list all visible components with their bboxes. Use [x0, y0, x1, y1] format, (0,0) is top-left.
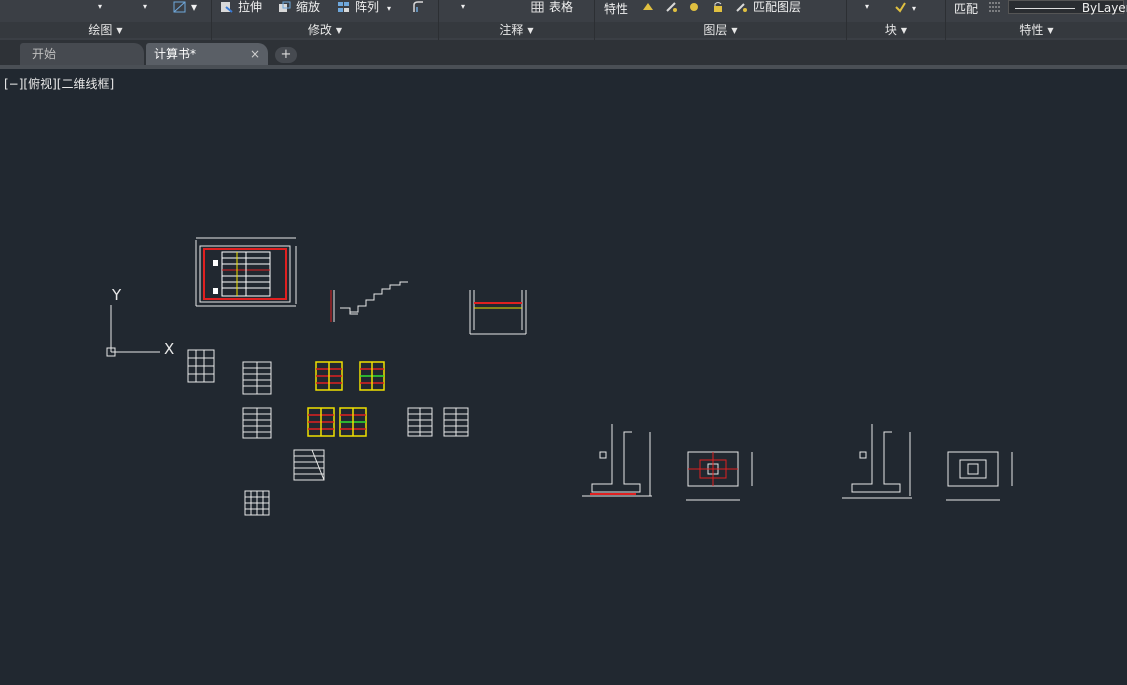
linetype-icon[interactable] [988, 0, 1006, 14]
linetype-label: ByLayer [1081, 1, 1127, 15]
table-label: 表格 [549, 0, 574, 14]
chevron-down-icon: ▼ [116, 26, 123, 35]
match-properties-button[interactable]: 匹配 [954, 2, 978, 16]
block-dropdown-arrow[interactable]: ▾ [865, 0, 869, 14]
tab-drawing[interactable]: 计算书* × [146, 43, 268, 65]
array-button[interactable]: 阵列 ▾ [337, 0, 391, 14]
annotation-dropdown-arrow[interactable]: ▾ [461, 0, 465, 14]
ucs-icon [106, 305, 160, 357]
offset-icon[interactable] [412, 0, 430, 14]
stretch-icon [221, 2, 233, 13]
panel-modify: 拉伸 缩放 阵列 ▾ 修改 ▼ [212, 0, 439, 40]
tab-label: 计算书* [154, 47, 197, 61]
drawing-canvas[interactable]: Y X [0, 69, 1127, 685]
array-label: 阵列 [355, 0, 380, 14]
layer-isolate-icon[interactable] [665, 0, 683, 14]
scale-icon [279, 1, 291, 12]
foundation-plan-left[interactable] [686, 451, 753, 501]
foundation-plan-right[interactable] [946, 451, 1013, 501]
panel-title-text: 注释 [499, 23, 524, 37]
match-layer-label: 匹配图层 [753, 0, 802, 14]
file-tab-bar: 开始 计算书* × + [0, 40, 1127, 65]
panel-draw: ▾ ▾ ▾ 绘图 ▼ [0, 0, 212, 40]
panel-title-text: 图层 [703, 23, 728, 37]
panel-annotation: ▾ 表格 注释 ▼ [439, 0, 595, 40]
draw-dropdown-arrow[interactable]: ▾ [98, 0, 102, 14]
stair-plan-drawing[interactable] [195, 237, 297, 307]
draw-dropdown-arrow-2[interactable]: ▾ [143, 0, 147, 14]
panel-title-properties[interactable]: 特性 ▼ [946, 22, 1127, 38]
layer-properties-button[interactable]: 特性 [604, 2, 628, 16]
panel-title-draw[interactable]: 绘图 ▼ [0, 22, 211, 38]
detail-group-colored[interactable] [307, 361, 385, 437]
panel-title-text: 绘图 [88, 23, 113, 37]
panel-title-text: 修改 [307, 23, 332, 37]
panel-title-modify[interactable]: 修改 ▼ [212, 22, 438, 38]
scale-button[interactable]: 缩放 [278, 0, 320, 14]
array-icon [338, 2, 349, 12]
block-edit-icon[interactable]: ▾ [894, 0, 916, 14]
table-icon [531, 1, 544, 13]
panel-title-text: 特性 [1019, 23, 1044, 37]
panel-properties: 匹配 ByLayer 特性 ▼ [946, 0, 1127, 40]
ucs-y-label: Y [111, 286, 122, 304]
panel-block: ▾ ▾ 块 ▼ [847, 0, 946, 40]
detail-group-white[interactable] [187, 349, 469, 516]
close-icon[interactable]: × [250, 43, 260, 65]
scale-label: 缩放 [296, 0, 321, 14]
add-tab-button[interactable]: + [275, 47, 297, 63]
viewport-controls[interactable]: [−][俯视][二维线框] [4, 75, 114, 92]
foundation-section-right[interactable] [842, 424, 912, 499]
table-button[interactable]: 表格 [531, 0, 573, 14]
layer-off-icon[interactable] [642, 0, 660, 14]
panel-layers: 特性 匹配图层 图层 ▼ [595, 0, 847, 40]
tab-start[interactable]: 开始 [20, 43, 144, 65]
match-layer-icon [736, 3, 747, 12]
linetype-dropdown[interactable]: ByLayer [1008, 0, 1127, 15]
chevron-down-icon: ▼ [527, 26, 534, 35]
beam-section-drawing[interactable] [469, 290, 527, 335]
stretch-label: 拉伸 [238, 0, 263, 14]
chevron-down-icon: ▼ [1047, 26, 1054, 35]
layer-freeze-icon[interactable] [688, 0, 706, 14]
panel-title-block[interactable]: 块 ▼ [847, 22, 945, 38]
stretch-button[interactable]: 拉伸 [220, 0, 262, 14]
hatch-icon[interactable]: ▾ [173, 0, 197, 14]
linetype-preview [1015, 8, 1075, 9]
match-layer-button[interactable]: 匹配图层 [735, 0, 801, 14]
chevron-down-icon: ▼ [731, 26, 738, 35]
tab-label: 开始 [32, 47, 57, 61]
panel-title-text: 块 [884, 23, 897, 37]
ucs-x-label: X [164, 340, 174, 358]
panel-title-layers[interactable]: 图层 ▼ [595, 22, 846, 38]
stair-section-drawing[interactable] [330, 281, 408, 322]
chevron-down-icon: ▼ [335, 26, 343, 35]
foundation-section-left[interactable] [582, 424, 652, 497]
layer-lock-icon[interactable] [711, 0, 729, 14]
ribbon: ▾ ▾ ▾ 绘图 ▼ 拉伸 缩放 阵列 ▾ 修改 ▼ ▾ 表格 注释 ▼ 特性 匹配图层… [0, 0, 1127, 41]
panel-title-annotation[interactable]: 注释 ▼ [439, 22, 594, 38]
chevron-down-icon: ▼ [900, 26, 908, 35]
